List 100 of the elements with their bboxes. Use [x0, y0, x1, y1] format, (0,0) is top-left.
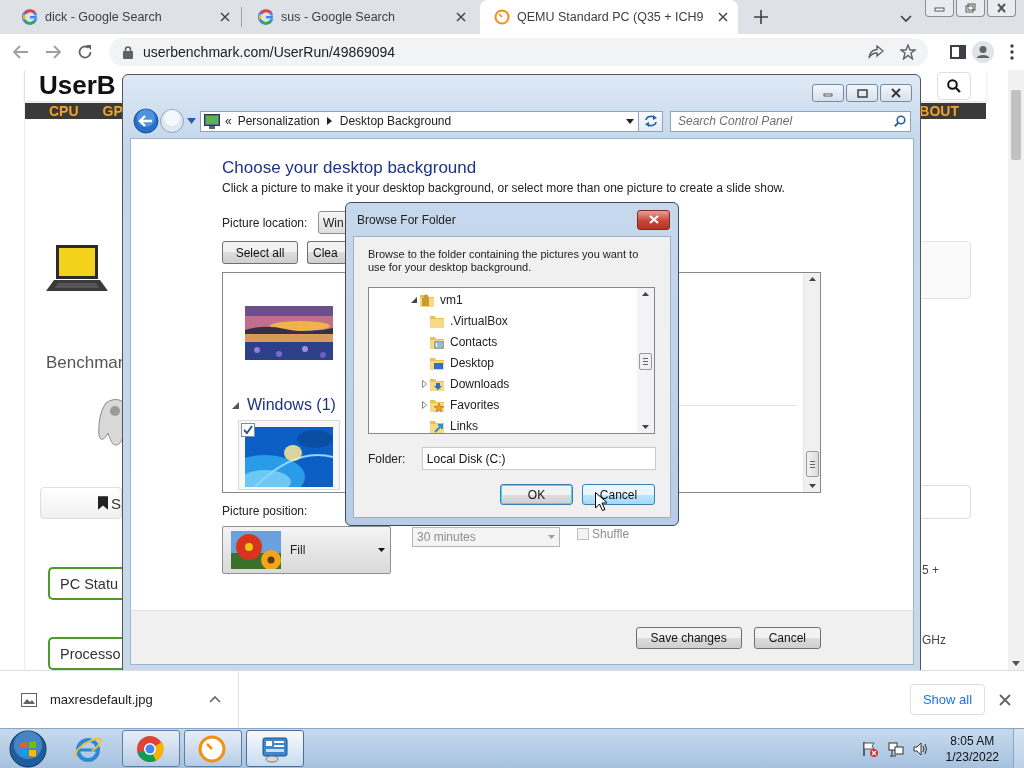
- close-button[interactable]: [987, 0, 1016, 17]
- browser-tab[interactable]: dick - Google Search: [8, 0, 240, 34]
- tree-item[interactable]: Favorites: [450, 397, 500, 412]
- refresh-button[interactable]: [638, 111, 662, 131]
- close-icon: [996, 3, 1007, 13]
- nav-link[interactable]: GP: [102, 103, 123, 119]
- reload-icon[interactable]: [77, 44, 93, 60]
- side-panel-icon[interactable]: [950, 45, 966, 59]
- tree-item[interactable]: vm1: [440, 292, 463, 307]
- close-button[interactable]: [880, 84, 912, 102]
- scroll-down-icon[interactable]: [1012, 661, 1020, 666]
- scrollbar-thumb[interactable]: [1011, 90, 1021, 160]
- close-button[interactable]: [637, 209, 670, 230]
- button[interactable]: Cancel: [753, 626, 821, 649]
- search-button[interactable]: [937, 71, 971, 100]
- section-heading: Benchmar: [46, 353, 123, 373]
- collapse-icon[interactable]: [411, 296, 417, 303]
- group-header[interactable]: Windows (1): [247, 396, 336, 414]
- button[interactable]: Select all: [222, 241, 298, 264]
- page-heading: Choose your desktop background: [222, 157, 477, 179]
- network-icon[interactable]: [887, 740, 904, 757]
- nav-link[interactable]: CPU: [49, 103, 79, 119]
- position-dropdown[interactable]: Fill: [222, 526, 391, 574]
- close-icon[interactable]: [220, 12, 230, 22]
- button[interactable]: Clea: [307, 241, 345, 264]
- scroll-down-icon[interactable]: [808, 484, 816, 488]
- expand-icon[interactable]: [421, 379, 427, 388]
- address-bar[interactable]: userbenchmark.com/UserRun/49869094: [109, 38, 928, 66]
- field-label: Picture position:: [222, 504, 308, 518]
- search-field[interactable]: Search Control Panel: [670, 110, 911, 132]
- processor-button[interactable]: Processo: [48, 637, 123, 670]
- clock[interactable]: 8:05 AM 1/23/2022: [945, 732, 999, 765]
- tree-item[interactable]: Downloads: [450, 376, 510, 391]
- minimize-button[interactable]: [812, 84, 844, 102]
- profile-icon[interactable]: [972, 41, 994, 63]
- status-button[interactable]: PC Statu: [48, 567, 123, 600]
- image-file-icon: [21, 692, 37, 707]
- plus-icon[interactable]: [754, 10, 768, 24]
- scrollbar[interactable]: [637, 288, 654, 433]
- checkbox[interactable]: [241, 423, 255, 437]
- chrome-icon: [136, 734, 166, 763]
- download-item[interactable]: maxresdefault.jpg: [50, 692, 153, 707]
- thumbnail-frame[interactable]: [238, 420, 340, 490]
- laptop-icon: [46, 243, 108, 293]
- tree-item[interactable]: Contacts: [450, 334, 498, 349]
- restore-button[interactable]: [956, 0, 985, 17]
- bookmark-icon: [98, 495, 108, 511]
- forward-icon[interactable]: [45, 45, 61, 59]
- collapse-icon[interactable]: [232, 401, 239, 409]
- dialog-title: Browse For Folder: [357, 212, 456, 227]
- tree-item[interactable]: .VirtualBox: [450, 313, 508, 328]
- taskbar-button[interactable]: [246, 730, 304, 767]
- back-button[interactable]: [133, 108, 159, 134]
- breadcrumb-item[interactable]: Desktop Background: [339, 114, 452, 128]
- restore-icon: [965, 3, 976, 13]
- maximize-button[interactable]: [846, 84, 878, 102]
- taskbar-button[interactable]: [184, 730, 242, 767]
- scrollbar[interactable]: [803, 273, 820, 492]
- chevron-down-icon[interactable]: [900, 15, 912, 23]
- save-button[interactable]: S: [40, 487, 122, 519]
- folder-field[interactable]: Local Disk (C:): [421, 447, 656, 470]
- scrollbar-thumb[interactable]: [639, 353, 652, 370]
- button[interactable]: OK: [500, 484, 573, 505]
- control-panel-icon: [260, 734, 290, 763]
- button[interactable]: Cancel: [582, 484, 655, 505]
- volume-icon[interactable]: [912, 740, 929, 757]
- start-button[interactable]: [9, 729, 47, 768]
- browser-tab[interactable]: sus - Google Search: [244, 0, 476, 34]
- site-logo[interactable]: UserB: [39, 70, 116, 101]
- tree-item[interactable]: Links: [450, 418, 478, 433]
- breadcrumb-item[interactable]: Personalization: [237, 114, 320, 128]
- close-icon[interactable]: [718, 12, 728, 22]
- back-icon[interactable]: [13, 45, 29, 59]
- flag-icon[interactable]: [860, 740, 879, 757]
- address-bar[interactable]: « Personalization Desktop Background: [200, 110, 663, 132]
- scrollbar[interactable]: [1008, 70, 1024, 670]
- menu-icon[interactable]: [1010, 44, 1014, 60]
- scroll-up-icon[interactable]: [808, 277, 816, 281]
- scroll-down-icon[interactable]: [642, 425, 649, 429]
- search-icon[interactable]: [894, 114, 906, 127]
- dropdown-caret-icon: [548, 535, 555, 539]
- info-card: [919, 241, 971, 299]
- share-icon[interactable]: [868, 44, 884, 60]
- scrollbar-thumb[interactable]: [805, 451, 819, 477]
- refresh-icon: [643, 115, 658, 127]
- star-icon[interactable]: [900, 44, 916, 60]
- button[interactable]: Save changes: [635, 626, 742, 649]
- browser-tab[interactable]: QEMU Standard PC (Q35 + ICH9: [480, 0, 738, 34]
- field-label: Folder:: [368, 451, 407, 466]
- scroll-up-icon[interactable]: [642, 292, 649, 296]
- clock-icon: [198, 734, 228, 763]
- show-all-button[interactable]: Show all: [910, 684, 985, 715]
- chevron-up-icon[interactable]: [208, 696, 221, 703]
- minimize-button[interactable]: [925, 0, 954, 17]
- tree-item[interactable]: Desktop: [450, 355, 495, 370]
- taskbar-button[interactable]: [122, 730, 180, 767]
- close-icon[interactable]: [456, 12, 466, 22]
- overflow-mark[interactable]: «: [225, 114, 232, 128]
- close-icon[interactable]: [999, 693, 1011, 706]
- expand-icon[interactable]: [421, 400, 427, 409]
